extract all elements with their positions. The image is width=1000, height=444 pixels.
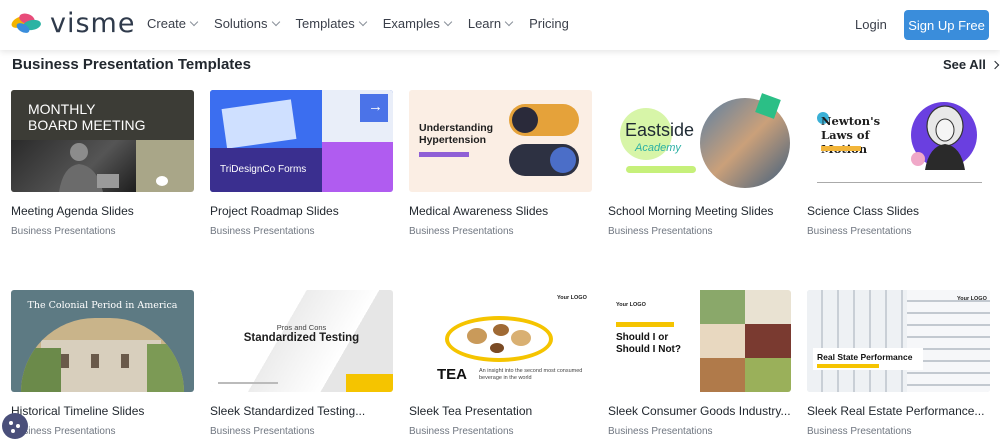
chevron-down-icon	[271, 17, 280, 27]
nav-label: Learn	[467, 16, 502, 31]
card-title[interactable]: School Morning Meeting Slides	[608, 204, 791, 218]
avatar	[550, 147, 576, 173]
nav-label: Solutions	[214, 16, 268, 31]
thumb-subheading: Academy	[635, 142, 681, 154]
visme-logo[interactable]: visme	[10, 10, 135, 38]
chevron-down-icon	[443, 17, 453, 27]
nav-label: Create	[147, 16, 187, 31]
template-thumbnail: MONTHLY BOARD MEETING	[11, 90, 194, 192]
thumb-heading: Real State Performance	[817, 352, 913, 362]
template-thumbnail: Understanding Hypertension	[409, 90, 592, 192]
thumb-heading: TriDesignCo Forms	[220, 164, 307, 175]
portrait-illustration	[925, 105, 965, 170]
see-all-link[interactable]: See All	[943, 57, 1000, 72]
template-thumbnail: Newton's Laws of Motion	[807, 90, 990, 192]
chevron-down-icon	[189, 17, 199, 27]
nav-label: Templates	[295, 16, 355, 31]
visme-logo-icon	[11, 13, 41, 33]
card-title[interactable]: Sleek Real Estate Performance...	[807, 404, 990, 418]
tag-bar	[817, 364, 879, 368]
chevron-down-icon	[358, 17, 368, 27]
template-thumbnail: Your LOGO Real State Performance	[807, 290, 990, 392]
thumb-heading: TEA	[437, 366, 467, 383]
thumb-heading: Understanding Hypertension	[419, 122, 494, 146]
thumb-logo: Your LOGO	[957, 296, 987, 302]
tag-bar	[616, 322, 674, 327]
card-title[interactable]: Historical Timeline Slides	[11, 404, 194, 418]
logo-mark	[156, 176, 168, 186]
thumb-heading: The Colonial Period in America	[27, 300, 178, 311]
nav-create[interactable]: Create	[147, 16, 199, 31]
nav-solutions[interactable]: Solutions	[214, 16, 280, 31]
thumb-heading: Should I or Should I Not?	[616, 332, 681, 355]
card-category: Business Presentations	[807, 226, 912, 237]
card-title[interactable]: Sleek Standardized Testing...	[210, 404, 393, 418]
card-category: Business Presentations	[210, 226, 315, 237]
nav-templates[interactable]: Templates	[295, 16, 368, 31]
thumb-heading: Eastside	[625, 120, 695, 140]
template-card[interactable]: Your LOGO TEA An insight into the second…	[409, 290, 592, 437]
card-category: Business Presentations	[807, 426, 912, 437]
card-category: Business Presentations	[409, 426, 514, 437]
nav-learn[interactable]: Learn	[467, 16, 514, 31]
card-category: Business Presentations	[210, 426, 315, 437]
see-all-label: See All	[943, 57, 986, 72]
person-photo	[59, 143, 119, 192]
nav-pricing[interactable]: Pricing	[529, 16, 569, 31]
avatar	[512, 107, 538, 133]
thumb-caption: An insight into the second most consumed…	[479, 368, 583, 381]
template-thumbnail: Eastside Academy	[608, 90, 791, 192]
thumb-heading: MONTHLY BOARD MEETING	[28, 101, 146, 133]
card-category: Business Presentations	[11, 226, 116, 237]
thumb-subheading: Pros and Cons	[276, 323, 327, 332]
nav-examples[interactable]: Examples	[382, 16, 453, 31]
card-category: Business Presentations	[409, 226, 514, 237]
template-card[interactable]: Pros and Cons Standardized Testing Sleek…	[210, 290, 393, 437]
card-title[interactable]: Project Roadmap Slides	[210, 204, 393, 218]
template-card[interactable]: The Colonial Period in America Historica…	[11, 290, 194, 437]
nav-label: Examples	[382, 16, 440, 31]
thumb-heading: Standardized Testing	[243, 332, 360, 344]
date-pill	[626, 166, 696, 173]
chevron-right-icon	[990, 60, 1000, 69]
template-card[interactable]: → TriDesignCo Forms Project Roadmap Slid…	[210, 90, 393, 237]
card-title[interactable]: Meeting Agenda Slides	[11, 204, 194, 218]
template-thumbnail: The Colonial Period in America	[11, 290, 194, 392]
card-category: Business Presentations	[608, 226, 713, 237]
nav-label: Pricing	[529, 16, 569, 31]
template-thumbnail: → TriDesignCo Forms	[210, 90, 393, 192]
logo-block	[346, 374, 393, 392]
thumb-logo: Your LOGO	[616, 302, 646, 308]
template-card[interactable]: Your LOGO Real State Performance Sleek R…	[807, 290, 990, 437]
login-link[interactable]: Login	[855, 17, 887, 32]
card-category: Business Presentations	[11, 426, 116, 437]
card-title[interactable]: Sleek Tea Presentation	[409, 404, 592, 418]
cookie-settings-icon[interactable]	[2, 413, 28, 439]
top-navbar: visme Create Solutions Templates Example…	[0, 0, 1000, 50]
signup-button[interactable]: Sign Up Free	[904, 10, 989, 40]
main-nav: Create Solutions Templates Examples Lear…	[147, 16, 586, 31]
chevron-down-icon	[504, 17, 514, 27]
card-title[interactable]: Science Class Slides	[807, 204, 990, 218]
template-card[interactable]: Newton's Laws of Motion Science Class Sl…	[807, 90, 990, 237]
arrow-right-icon: →	[368, 98, 383, 115]
template-card[interactable]: MONTHLY BOARD MEETING Meeting Agenda Sli…	[11, 90, 194, 237]
tag-bar	[419, 152, 469, 157]
template-card[interactable]: Understanding Hypertension Medical Aware…	[409, 90, 592, 237]
card-title[interactable]: Sleek Consumer Goods Industry...	[608, 404, 791, 418]
template-thumbnail: Pros and Cons Standardized Testing	[210, 290, 393, 392]
template-thumbnail: Your LOGO Should I or Should I Not?	[608, 290, 791, 392]
tea-cups-photo	[465, 322, 533, 355]
section-title: Business Presentation Templates	[12, 56, 251, 73]
template-thumbnail: Your LOGO TEA An insight into the second…	[409, 290, 592, 392]
template-card[interactable]: Eastside Academy School Morning Meeting …	[608, 90, 791, 237]
logo-wordmark: visme	[50, 8, 136, 39]
template-card[interactable]: Your LOGO Should I or Should I Not? Slee…	[608, 290, 791, 437]
card-category: Business Presentations	[608, 426, 713, 437]
thumb-logo: Your LOGO	[557, 295, 587, 301]
tag-bar	[821, 146, 861, 151]
card-title[interactable]: Medical Awareness Slides	[409, 204, 592, 218]
